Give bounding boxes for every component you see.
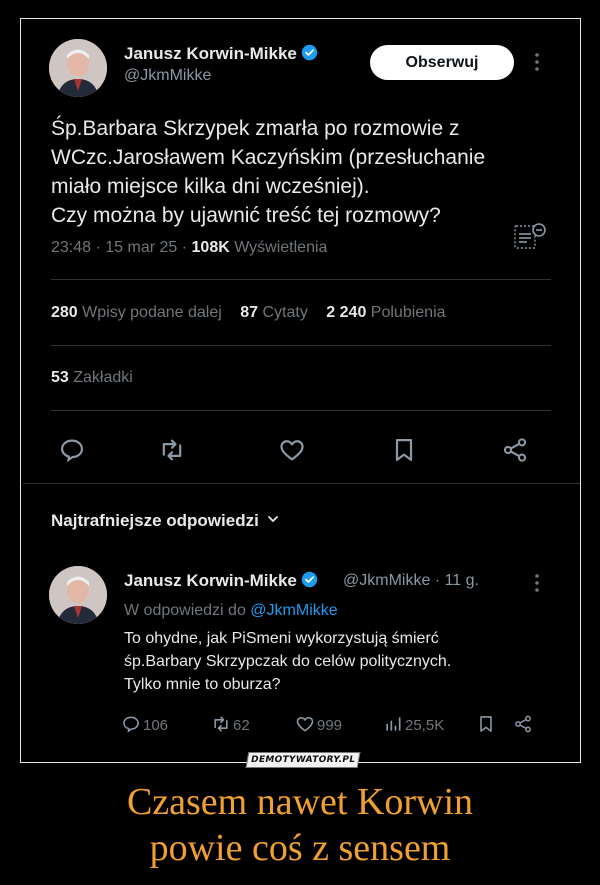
quotes-label: Cytaty — [262, 304, 308, 321]
likes-label: Polubienia — [370, 304, 446, 321]
reply-to-prefix: W odpowiedzi do — [124, 602, 251, 619]
engagement-stats: 280 Wpisy podane dalej 87 Cytaty 2 240 P… — [51, 304, 446, 322]
reply-share-button[interactable] — [513, 714, 535, 736]
reply-icon — [123, 716, 139, 733]
reply-author-avatar[interactable] — [49, 566, 107, 624]
reposts-count: 280 — [51, 304, 78, 321]
share-icon — [515, 715, 531, 733]
reply-repost-button[interactable]: 62 — [211, 714, 250, 736]
reply-more-options-icon[interactable] — [529, 570, 545, 596]
translate-analytics-icon[interactable] — [513, 222, 549, 254]
views-count: 108K — [191, 239, 230, 256]
replies-sort-label: Najtrafniejsze odpowiedzi — [51, 511, 259, 530]
reply-author-name-text: Janusz Korwin-Mikke — [124, 571, 297, 590]
like-icon — [296, 716, 314, 732]
bookmark-icon — [480, 716, 492, 732]
verified-badge-icon — [301, 44, 318, 61]
reply-handle-time[interactable]: @JkmMikke · 11 g. — [343, 572, 479, 590]
replies-sort-dropdown[interactable]: Najtrafniejsze odpowiedzi — [51, 511, 279, 531]
reply-views-button[interactable]: 25,5K — [383, 714, 444, 736]
tweet-meta: 23:48 · 15 mar 25 · 108K Wyświetlenia — [51, 239, 327, 257]
reply-context: W odpowiedzi do @JkmMikke — [124, 602, 338, 620]
demotivator-frame: Janusz Korwin-Mikke @JkmMikke Obserwuj Ś… — [20, 18, 581, 763]
reply-bookmark-button[interactable] — [476, 714, 498, 736]
like-icon[interactable] — [278, 436, 306, 464]
tweet-text: Śp.Barbara Skrzypek zmarła po rozmowie z… — [51, 117, 486, 227]
quotes-stat[interactable]: 87 Cytaty — [240, 304, 308, 321]
tweet-screenshot: Janusz Korwin-Mikke @JkmMikke Obserwuj Ś… — [23, 21, 580, 760]
quotes-count: 87 — [240, 304, 259, 321]
reply-text: To ohydne, jak PiSmeni wykorzystują śmie… — [124, 630, 452, 693]
reply-to-mention-link[interactable]: @JkmMikke — [250, 602, 337, 619]
reply-reposts-count: 62 — [233, 717, 250, 734]
views-label: Wyświetlenia — [229, 239, 328, 256]
tweet-timestamp[interactable]: 23:48 · 15 mar 25 · — [51, 239, 192, 256]
verified-badge-icon — [301, 571, 318, 588]
reply-like-button[interactable]: 999 — [295, 714, 342, 736]
likes-count: 2 240 — [326, 304, 367, 321]
repost-icon — [214, 716, 228, 732]
author-name-text: Janusz Korwin-Mikke — [124, 44, 297, 63]
caption-line-2: powie coś z sensem — [149, 827, 451, 869]
watermark-logo: DEMOTYWATORY.PL — [245, 752, 361, 768]
reposts-label: Wpisy podane dalej — [82, 304, 222, 321]
repost-icon[interactable] — [158, 436, 186, 464]
author-handle[interactable]: @JkmMikke — [124, 67, 211, 85]
divider — [51, 345, 551, 346]
reply-replies-count: 106 — [143, 717, 169, 734]
caption-line-1: Czasem nawet Korwin — [126, 781, 474, 823]
likes-stat[interactable]: 2 240 Polubienia — [326, 304, 445, 321]
divider — [51, 279, 551, 280]
reposts-stat[interactable]: 280 Wpisy podane dalej — [51, 304, 222, 321]
author-avatar[interactable] — [49, 39, 107, 97]
chevron-down-icon — [267, 516, 278, 523]
divider — [51, 410, 551, 411]
author-name[interactable]: Janusz Korwin-Mikke — [124, 44, 318, 64]
bookmarks-label: Zakładki — [73, 369, 133, 386]
follow-button[interactable]: Obserwuj — [370, 45, 514, 80]
share-icon[interactable] — [501, 436, 529, 464]
divider — [23, 483, 580, 484]
reply-author-name[interactable]: Janusz Korwin-Mikke — [124, 571, 318, 591]
views-chart-icon — [386, 717, 401, 731]
reply-replies-button[interactable]: 106 — [121, 714, 168, 736]
reply-views-count: 25,5K — [405, 717, 445, 734]
bookmark-icon[interactable] — [390, 436, 418, 464]
reply-icon[interactable] — [58, 436, 86, 464]
reply-likes-count: 999 — [317, 717, 343, 734]
more-options-icon[interactable] — [529, 49, 545, 75]
bookmarks-stat[interactable]: 53 Zakładki — [51, 369, 133, 387]
bookmarks-count: 53 — [51, 369, 69, 386]
